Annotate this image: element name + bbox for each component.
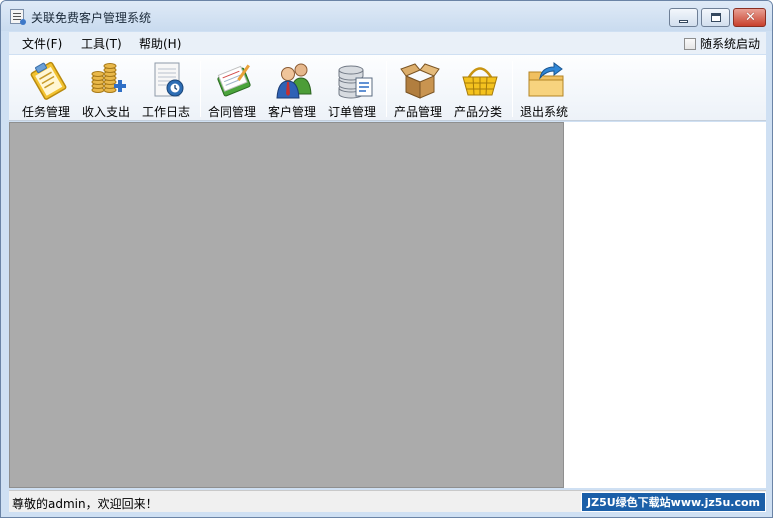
mdi-workspace[interactable] (9, 122, 564, 488)
product-management-button[interactable]: 产品管理 (388, 57, 448, 119)
app-window: 关联免费客户管理系统 ✕ 文件(F) 工具(T) 帮助(H) 随系统启动 任务管… (0, 0, 773, 518)
menu-tools[interactable]: 工具(T) (81, 35, 122, 52)
minimize-button[interactable] (669, 8, 698, 27)
watermark-badge: JZ5U绿色下载站www.jz5u.com (581, 492, 766, 512)
tool-label: 产品管理 (393, 105, 442, 119)
welcome-message: 尊敬的admin，欢迎回来！ (12, 497, 158, 511)
tool-label: 订单管理 (327, 105, 376, 119)
close-button[interactable]: ✕ (733, 8, 766, 27)
autostart-checkbox[interactable]: 随系统启动 (684, 35, 760, 52)
title-bar[interactable]: 关联免费客户管理系统 ✕ (1, 1, 772, 31)
maximize-button[interactable] (701, 8, 730, 27)
tool-label: 收入支出 (81, 105, 130, 119)
customers-icon (276, 63, 312, 99)
menu-file[interactable]: 文件(F) (22, 35, 62, 52)
window-title: 关联免费客户管理系统 (31, 11, 152, 25)
tool-label: 工作日志 (141, 105, 190, 119)
order-management-button[interactable]: 订单管理 (322, 57, 382, 119)
customer-management-button[interactable]: 客户管理 (262, 57, 322, 119)
autostart-label: 随系统启动 (700, 37, 761, 51)
product-category-button[interactable]: 产品分类 (448, 57, 508, 119)
toolbar-separator (512, 61, 513, 117)
status-bar: 尊敬的admin，欢迎回来！ JZ5U绿色下载站www.jz5u.com (9, 490, 766, 512)
task-clipboard-icon (30, 61, 67, 100)
menu-help[interactable]: 帮助(H) (139, 35, 181, 52)
coins-add-icon (91, 63, 126, 93)
toolbar: 任务管理 收入支出 工作日志 合同管理 客户管理 订单管理 产品管理 产品分类 … (9, 55, 766, 121)
task-management-button[interactable]: 任务管理 (16, 57, 76, 119)
product-basket-icon (462, 67, 498, 96)
exit-system-button[interactable]: 退出系统 (514, 57, 574, 119)
client-area (9, 122, 766, 488)
income-expense-button[interactable]: 收入支出 (76, 57, 136, 119)
maximize-icon (711, 13, 721, 22)
tool-label: 退出系统 (519, 105, 568, 119)
tool-label: 任务管理 (21, 105, 70, 119)
app-icon[interactable] (10, 9, 26, 25)
work-log-button[interactable]: 工作日志 (136, 57, 196, 119)
toolbar-separator (200, 61, 201, 117)
tool-label: 客户管理 (267, 105, 316, 119)
work-log-icon (154, 62, 184, 97)
tool-label: 产品分类 (453, 105, 502, 119)
orders-database-icon (338, 65, 373, 99)
exit-folder-icon (528, 62, 564, 97)
close-icon: ✕ (745, 10, 756, 25)
contract-book-icon (217, 64, 251, 97)
checkbox-box[interactable] (684, 38, 696, 50)
product-box-icon (400, 63, 440, 99)
tool-label: 合同管理 (207, 105, 256, 119)
contract-management-button[interactable]: 合同管理 (202, 57, 262, 119)
menu-bar: 文件(F) 工具(T) 帮助(H) 随系统启动 (9, 32, 766, 54)
minimize-icon (679, 20, 688, 23)
toolbar-separator (386, 61, 387, 117)
